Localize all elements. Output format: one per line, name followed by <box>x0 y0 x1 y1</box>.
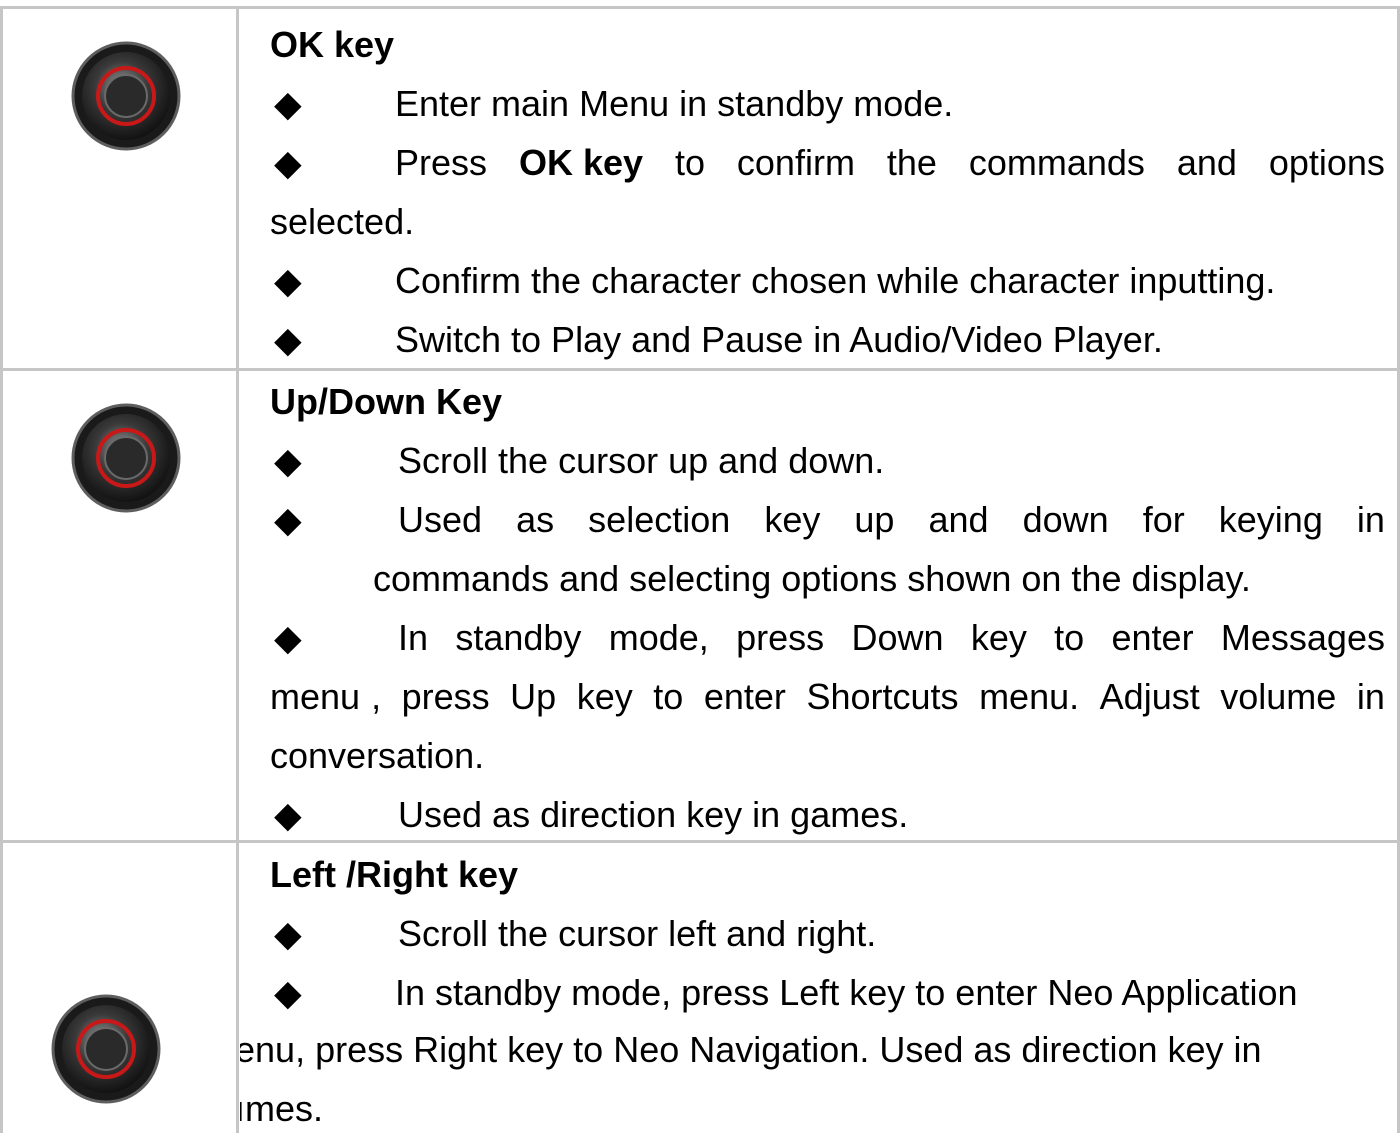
bullet-text: Confirm the character chosen while chara… <box>395 260 1276 301</box>
clipped-continuation: enu, press Right key to Neo Navigation. … <box>240 1020 1400 1133</box>
bullet-text: In standby mode, press Down key to enter… <box>398 617 1385 658</box>
bullet-diamond-icon: ◆ <box>274 794 302 835</box>
bullet-continuation: menu, press Up key to enter Shortcuts me… <box>270 676 1385 717</box>
left-right-key-section: Left /Right key ◆ Scroll the cursor left… <box>270 845 1298 1022</box>
bullet-item: ◆ Press OK key to confirm the commands a… <box>270 133 1385 192</box>
bullet-continuation: selected. <box>270 201 415 242</box>
section-title: Left /Right key <box>270 854 519 895</box>
section-title: Up/Down Key <box>270 381 503 422</box>
bullet-text: Press OK key to confirm the commands and… <box>395 142 1385 183</box>
bullet-item: ◆ Switch to Play and Pause in Audio/Vide… <box>270 310 1163 369</box>
ok-key-section: OK key ◆ Enter main Menu in standby mode… <box>270 15 1385 369</box>
bullet-text: Used as selection key up and down for ke… <box>398 499 1385 540</box>
up-down-key-section: Up/Down Key ◆ Scroll the cursor up and d… <box>270 372 1385 844</box>
navigation-key-icon <box>71 403 181 513</box>
bullet-diamond-icon: ◆ <box>274 83 302 124</box>
table-left-border <box>0 8 3 1133</box>
bullet-text: Switch to Play and Pause in Audio/Video … <box>395 319 1163 360</box>
bullet-diamond-icon: ◆ <box>274 319 302 360</box>
row-divider <box>0 6 1400 9</box>
section-title: OK key <box>270 24 395 65</box>
bullet-diamond-icon: ◆ <box>274 260 302 301</box>
bullet-diamond-icon: ◆ <box>274 913 302 954</box>
bullet-text: Scroll the cursor up and down. <box>398 440 885 481</box>
bullet-item: ◆ Used as direction key in games. <box>270 785 1385 844</box>
bullet-text: In standby mode, press Left key to enter… <box>395 972 1298 1013</box>
navigation-key-icon <box>51 994 161 1104</box>
bullet-item: ◆ Scroll the cursor up and down. <box>270 431 1385 490</box>
bullet-continuation: conversation. <box>270 735 485 776</box>
bullet-diamond-icon: ◆ <box>274 617 302 658</box>
bullet-text: Scroll the cursor left and right. <box>398 913 877 954</box>
bullet-continuation: enu, press Right key to Neo Navigation. … <box>240 1029 1262 1070</box>
bullet-diamond-icon: ◆ <box>274 972 302 1013</box>
bullet-item: ◆ In standby mode, press Left key to ent… <box>270 963 1298 1022</box>
bullet-continuation: commands and selecting options shown on … <box>373 558 1251 599</box>
bullet-text: Enter main Menu in standby mode. <box>395 83 954 124</box>
bullet-item: ◆ Scroll the cursor left and right. <box>270 904 876 963</box>
bullet-item: ◆ Enter main Menu in standby mode. <box>270 74 953 133</box>
bullet-text: Used as direction key in games. <box>398 794 909 835</box>
column-divider <box>236 8 239 1133</box>
bullet-diamond-icon: ◆ <box>274 142 302 183</box>
bullet-item: ◆ In standby mode, press Down key to ent… <box>270 608 1385 667</box>
bullet-continuation: ımes. <box>240 1088 324 1129</box>
bullet-item: ◆ Confirm the character chosen while cha… <box>270 251 1275 310</box>
navigation-key-icon <box>71 41 181 151</box>
bullet-diamond-icon: ◆ <box>274 440 302 481</box>
bullet-item: ◆ Used as selection key up and down for … <box>270 490 1385 549</box>
bullet-diamond-icon: ◆ <box>274 499 302 540</box>
key-description-table: OK key ◆ Enter main Menu in standby mode… <box>0 0 1400 1133</box>
